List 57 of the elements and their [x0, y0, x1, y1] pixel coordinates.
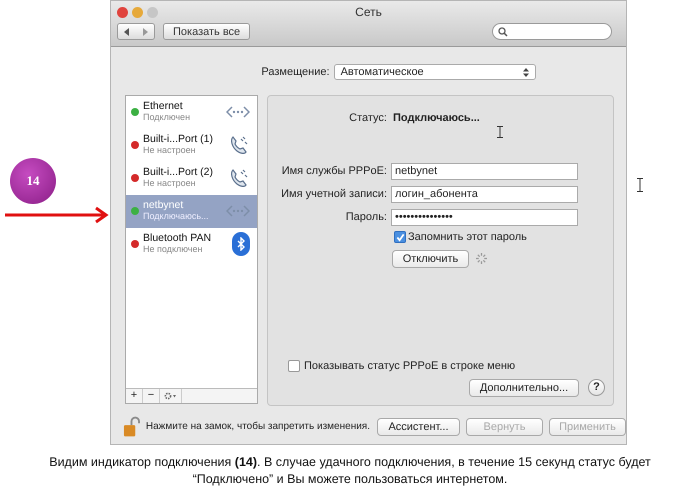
- phone-icon: [228, 134, 250, 156]
- updown-icon: [522, 68, 529, 77]
- service-status: Не подключен: [143, 244, 204, 255]
- service-name: Bluetooth PAN: [143, 233, 212, 244]
- search-field[interactable]: [492, 23, 612, 40]
- service-status: Не настроен: [143, 178, 197, 189]
- bluetooth-icon: [232, 232, 250, 256]
- advanced-button[interactable]: Дополнительно...: [469, 378, 579, 396]
- service-item[interactable]: Bluetooth PAN Не подключен: [126, 228, 257, 260]
- service-name: Built-i...Port (1): [143, 134, 214, 145]
- input-field[interactable]: netbynet: [391, 163, 578, 180]
- spinner-icon: [476, 253, 487, 264]
- service-item[interactable]: Built-i...Port (1) Не настроен: [126, 128, 257, 162]
- phone-icon: [228, 167, 250, 189]
- checkbox[interactable]: [288, 360, 300, 372]
- show-all-button[interactable]: Показать все: [163, 23, 250, 40]
- status-value: Подключаюсь...: [393, 110, 480, 126]
- field-label: Имя службы PPPoE:: [280, 164, 387, 180]
- back-icon[interactable]: [123, 28, 131, 36]
- number-badge: 14: [10, 158, 56, 204]
- checkmark-icon: [396, 232, 404, 242]
- service-status: Не настроен: [143, 145, 197, 156]
- location-dropdown[interactable]: Автоматическое: [334, 64, 536, 80]
- service-status: Подключаюсь...: [143, 211, 209, 222]
- service-status: Подключен: [143, 112, 190, 123]
- arrows-icon: [226, 105, 250, 119]
- list-action-button[interactable]: +: [126, 388, 143, 402]
- forward-icon[interactable]: [141, 28, 149, 36]
- caption-text: Видим индикатор подключения (14). В случае удачного подключения, в течение 15 секунд статус будет “Подключено” и Вы можете пользоваться интернетом.: [48, 454, 652, 488]
- field-label: Имя учетной записи:: [280, 187, 387, 202]
- text-cursor-icon: [497, 126, 503, 138]
- lock-message: Нажмите на замок, чтобы запретить изменения.: [146, 420, 370, 434]
- disconnect-button[interactable]: Отключить: [392, 250, 469, 268]
- gear-icon: [164, 392, 177, 400]
- arrows-icon: [226, 204, 250, 218]
- service-name: Built-i...Port (2): [143, 167, 214, 178]
- text-cursor-icon: [637, 178, 643, 192]
- lock-icon: [123, 416, 142, 438]
- field-label: Пароль:: [344, 210, 387, 226]
- list-action-button[interactable]: −: [143, 388, 160, 402]
- window-title: Сеть: [355, 4, 382, 21]
- back-forward-control[interactable]: [117, 23, 155, 40]
- input-field[interactable]: •••••••••••••••: [391, 209, 578, 226]
- search-icon: [498, 26, 508, 36]
- input-field[interactable]: логин_абонента: [391, 186, 578, 203]
- remember-password-label: Запомнить этот пароль: [408, 230, 527, 245]
- service-name: Ethernet: [143, 101, 184, 112]
- help-button[interactable]: ?: [588, 379, 605, 396]
- location-label: Размещение:: [261, 65, 330, 80]
- service-item[interactable]: Built-i...Port (2) Не настроен: [126, 162, 257, 194]
- show-status-label: Показывать статус PPPoE в строке меню: [304, 359, 516, 374]
- checkbox[interactable]: [394, 231, 406, 244]
- close-button[interactable]: [117, 6, 128, 18]
- service-item[interactable]: Ethernet Подключен: [126, 96, 257, 128]
- footer-button[interactable]: Ассистент...: [377, 418, 460, 436]
- service-name: netbynet: [143, 200, 184, 211]
- status-label: Статус:: [348, 110, 387, 126]
